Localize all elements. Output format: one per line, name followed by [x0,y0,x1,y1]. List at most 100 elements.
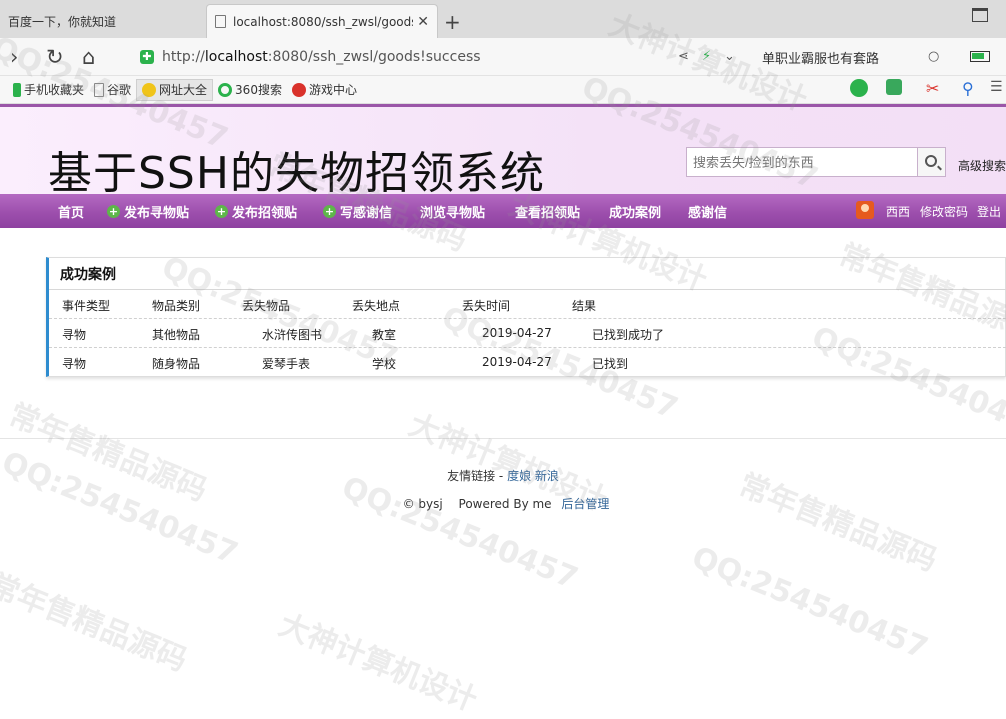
browser-search-field[interactable]: 单职业霸服也有套路 [752,43,952,71]
magnifier-icon[interactable]: ⚲ [962,79,982,101]
site-search-input[interactable] [686,147,918,177]
extension-green-icon[interactable] [850,79,868,97]
footer-divider [0,438,1006,439]
search-icon [925,155,937,167]
user-name[interactable]: 西西 [886,194,910,228]
footer-links: 友情链接 - 度娘 新浪 [0,467,1006,484]
plus-icon: + [215,204,228,218]
main-nav: 首页 + 发布寻物贴 + 发布招领贴 + 写感谢信 浏览寻物贴 查看招领贴 成功… [0,194,1006,228]
cell-place: 学校 [372,357,397,371]
nav-thanks-letters[interactable]: 感谢信 [688,194,727,228]
tab-title: localhost:8080/ssh_zwsl/goods!success [233,14,413,29]
bookmark-games[interactable]: 游戏中心 [287,79,362,101]
nav-label: 发布招领贴 [232,205,298,221]
cell-result: 已找到成功了 [592,328,665,342]
nav-home[interactable]: 首页 [58,194,84,228]
divider [49,289,1006,290]
browser-tab-baidu[interactable]: 百度一下，你就知道 [0,4,200,38]
cell-category: 随身物品 [152,357,201,371]
watermark: QQ:254540457 [336,470,583,597]
nav-write-thanks[interactable]: + 写感谢信 [323,194,392,228]
copyright-text: © bysj [402,497,443,511]
page-icon [94,82,105,97]
scissors-icon[interactable]: ✂ [926,79,946,101]
bookmark-label: 网址大全 [159,83,208,97]
column-header: 丢失物品 [242,299,291,313]
bookmark-google[interactable]: 谷歌 [89,79,136,101]
bookmark-label: 360搜索 [235,83,282,97]
url-field[interactable]: ✚ http://localhost:8080/ssh_zwsl/goods!s… [140,43,670,71]
site-header: 基于SSH的失物招领系统 高级搜索 [0,104,1006,199]
cell-time: 2019-04-27 [482,326,552,340]
bookmark-label: 游戏中心 [308,83,357,97]
nav-browse-lost[interactable]: 浏览寻物贴 [420,194,485,228]
phone-icon [13,82,21,97]
cell-item: 爱琴手表 [262,357,311,371]
cell-place: 教室 [372,328,397,342]
cell-result: 已找到 [592,357,629,371]
column-header: 结果 [572,299,597,313]
admin-link[interactable]: 后台管理 [561,497,609,511]
nav-label: 查看招领贴 [515,205,581,221]
link-sina[interactable]: 新浪 [535,469,559,483]
watermark: 常年售精品源码 [3,397,212,509]
browser-tab-current[interactable]: localhost:8080/ssh_zwsl/goods!success ✕ [206,4,438,38]
advanced-search-link[interactable]: 高级搜索 [958,157,1006,174]
search360-icon [218,82,233,97]
close-tab-icon[interactable]: ✕ [417,14,429,30]
nav-label: 浏览寻物贴 [420,205,486,221]
bookmarks-bar: 手机收藏夹 谷歌 网址大全 360搜索 游戏中心 ✂ ⚲ ☰ [0,76,1006,104]
site-title: 基于SSH的失物招领系统 [48,148,545,199]
column-header: 丢失时间 [462,299,511,313]
cell-item: 水浒传图书 [262,328,323,342]
menu-icon[interactable]: ☰ [990,79,1006,101]
reload-icon[interactable]: ↻ [46,45,64,69]
nav-post-lost[interactable]: + 发布寻物贴 [107,194,189,228]
plus-icon: + [107,204,120,218]
links-label: 友情链接 - [447,469,504,483]
success-cases-panel: 成功案例 事件类型 物品类别 丢失物品 丢失地点 丢失时间 结果 寻物 其他物品… [46,257,1006,377]
cell-event-type: 寻物 [62,357,87,371]
home-icon[interactable]: ⌂ [82,45,95,69]
nav-success-cases[interactable]: 成功案例 [609,194,661,228]
logout-link[interactable]: 登出 [977,194,1001,228]
navigator-icon [142,82,157,97]
nav-post-found[interactable]: + 发布招领贴 [215,194,297,228]
extension-edit-icon[interactable] [886,79,902,95]
change-password-link[interactable]: 修改密码 [920,194,968,228]
tab-title: 百度一下，你就知道 [8,14,117,29]
forward-icon[interactable]: › [10,45,18,69]
bookmark-navigator[interactable]: 网址大全 [136,78,214,101]
share-icon[interactable]: ⋖ [678,49,689,64]
nav-label: 发布寻物贴 [124,205,190,221]
cell-time: 2019-04-27 [482,355,552,369]
page-icon [215,15,226,28]
link-duniang[interactable]: 度娘 [507,469,531,483]
address-bar: › ↻ ⌂ ✚ http://localhost:8080/ssh_zwsl/g… [0,38,1006,76]
powered-by-text: Powered By me [458,497,552,511]
bookmark-label: 手机收藏夹 [24,83,85,97]
bookmark-360search[interactable]: 360搜索 [213,79,287,101]
new-tab-button[interactable]: + [444,10,461,34]
browser-tab-bar: 百度一下，你就知道 localhost:8080/ssh_zwsl/goods!… [0,0,1006,38]
cell-event-type: 寻物 [62,328,87,342]
search-icon[interactable]: ○ [928,49,939,64]
lightning-icon[interactable]: ⚡ [702,49,711,64]
game-icon [291,82,306,97]
column-header: 物品类别 [152,299,201,313]
nav-label: 写感谢信 [340,205,393,221]
nav-label: 首页 [58,205,85,221]
bookmark-phone[interactable]: 手机收藏夹 [8,79,89,101]
browser-search-text: 单职业霸服也有套路 [762,51,880,67]
cell-category: 其他物品 [152,328,201,342]
column-header: 丢失地点 [352,299,401,313]
column-header: 事件类型 [62,299,111,313]
nav-view-found[interactable]: 查看招领贴 [515,194,580,228]
bookmark-label: 谷歌 [107,83,132,97]
window-menu-icon[interactable] [972,8,988,22]
site-search-button[interactable] [918,147,946,177]
nav-label: 成功案例 [609,205,662,221]
chevron-down-icon[interactable]: ⌄ [724,49,735,64]
battery-icon [970,51,990,62]
secure-shield-icon: ✚ [140,50,154,64]
